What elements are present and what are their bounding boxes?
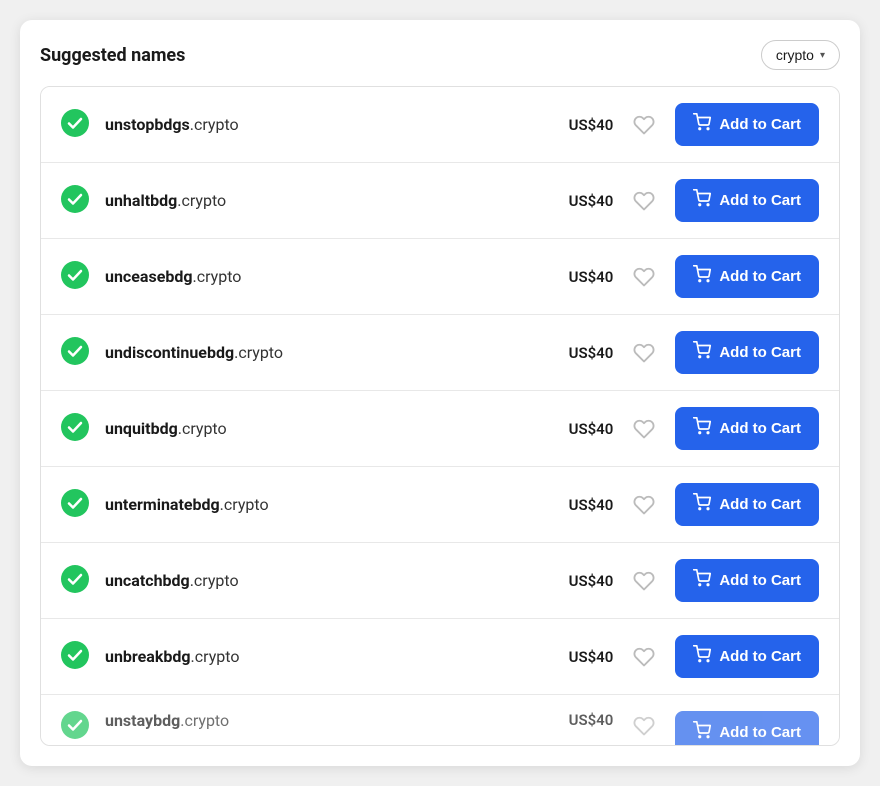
domain-name: unbreakbdg.crypto [105, 647, 542, 666]
add-to-cart-label: Add to Cart [719, 496, 801, 513]
add-to-cart-button[interactable]: Add to Cart [675, 255, 819, 298]
domain-tld-part: .crypto [220, 495, 269, 514]
add-to-cart-button[interactable]: Add to Cart [675, 407, 819, 450]
domain-price: US$40 [558, 711, 613, 729]
available-check-icon [61, 565, 89, 597]
domain-price: US$40 [558, 572, 613, 590]
domain-row: undiscontinuebdg.crypto US$40 Add to Cart [41, 315, 839, 391]
wishlist-button[interactable] [629, 642, 659, 672]
wishlist-button[interactable] [629, 262, 659, 292]
domain-tld-part: .crypto [178, 419, 227, 438]
add-to-cart-label: Add to Cart [719, 116, 801, 133]
cart-icon [693, 113, 711, 136]
available-check-icon [61, 337, 89, 369]
available-check-icon [61, 109, 89, 141]
cart-icon [693, 493, 711, 516]
domain-tld-part: .crypto [180, 711, 229, 730]
main-container: Suggested names crypto ▾ unstopbdgs.cryp… [20, 20, 860, 766]
domain-price: US$40 [558, 116, 613, 134]
available-check-icon [61, 261, 89, 293]
domain-tld-part: .crypto [177, 191, 226, 210]
domain-row: unterminatebdg.crypto US$40 Add to Cart [41, 467, 839, 543]
domain-name: unquitbdg.crypto [105, 419, 542, 438]
domain-price: US$40 [558, 648, 613, 666]
cart-icon [693, 645, 711, 668]
cart-icon [693, 417, 711, 440]
section-title: Suggested names [40, 45, 185, 66]
wishlist-button[interactable] [629, 338, 659, 368]
available-check-icon [61, 711, 89, 743]
add-to-cart-label: Add to Cart [719, 572, 801, 589]
domain-name: unstopbdgs.crypto [105, 115, 542, 134]
domain-tld-part: .crypto [191, 647, 240, 666]
cart-icon [693, 265, 711, 288]
domain-row: unquitbdg.crypto US$40 Add to Cart [41, 391, 839, 467]
wishlist-button[interactable] [629, 110, 659, 140]
wishlist-button[interactable] [629, 566, 659, 596]
domain-price: US$40 [558, 344, 613, 362]
domain-row: unstaybdg.crypto US$40 Add to Cart [41, 695, 839, 745]
domain-tld-part: .crypto [192, 267, 241, 286]
wishlist-button[interactable] [629, 490, 659, 520]
domain-list: unstopbdgs.cryptoUS$40Add to Cart unhalt… [40, 86, 840, 746]
add-to-cart-button[interactable]: Add to Cart [675, 635, 819, 678]
domain-name: uncatchbdg.crypto [105, 571, 542, 590]
domain-bold-part: unstaybdg [105, 711, 180, 730]
available-check-icon [61, 489, 89, 521]
add-to-cart-label: Add to Cart [719, 192, 801, 209]
domain-price: US$40 [558, 192, 613, 210]
domain-bold-part: uncatchbdg [105, 571, 190, 590]
add-to-cart-button[interactable]: Add to Cart [675, 331, 819, 374]
domain-name: unterminatebdg.crypto [105, 495, 542, 514]
add-to-cart-label: Add to Cart [719, 344, 801, 361]
filter-label: crypto [776, 47, 814, 63]
domain-row: unstopbdgs.crypto US$40 Add to Cart [41, 87, 839, 163]
add-to-cart-button[interactable]: Add to Cart [675, 483, 819, 526]
wishlist-button[interactable] [629, 414, 659, 444]
domain-bold-part: unquitbdg [105, 419, 178, 438]
chevron-down-icon: ▾ [820, 50, 825, 61]
wishlist-button[interactable] [629, 186, 659, 216]
domain-price: US$40 [558, 268, 613, 286]
domain-tld-part: .crypto [234, 343, 283, 362]
domain-row: unhaltbdg.crypto US$40 Add to Cart [41, 163, 839, 239]
add-to-cart-button[interactable]: Add to Cart [675, 179, 819, 222]
available-check-icon [61, 185, 89, 217]
add-to-cart-label: Add to Cart [719, 420, 801, 437]
domain-name: unhaltbdg.crypto [105, 191, 542, 210]
cart-icon [693, 569, 711, 592]
domain-name: undiscontinuebdg.crypto [105, 343, 542, 362]
domain-row: uncatchbdg.crypto US$40 Add to Cart [41, 543, 839, 619]
section-header: Suggested names crypto ▾ [40, 40, 840, 70]
domain-bold-part: unstopbdgs [105, 115, 190, 134]
cart-icon [693, 189, 711, 212]
domain-row: unceasebdg.crypto US$40 Add to Cart [41, 239, 839, 315]
available-check-icon [61, 413, 89, 445]
domain-bold-part: unceasebdg [105, 267, 192, 286]
add-to-cart-label: Add to Cart [719, 268, 801, 285]
cart-icon [693, 721, 711, 744]
available-check-icon [61, 641, 89, 673]
add-to-cart-button[interactable]: Add to Cart [675, 711, 819, 745]
add-to-cart-button[interactable]: Add to Cart [675, 559, 819, 602]
domain-bold-part: unterminatebdg [105, 495, 220, 514]
domain-price: US$40 [558, 496, 613, 514]
filter-dropdown[interactable]: crypto ▾ [761, 40, 840, 70]
domain-bold-part: undiscontinuebdg [105, 343, 234, 362]
add-to-cart-button[interactable]: Add to Cart [675, 103, 819, 146]
domain-price: US$40 [558, 420, 613, 438]
domain-row: unbreakbdg.crypto US$40 Add to Cart [41, 619, 839, 695]
domain-name: unstaybdg.crypto [105, 711, 542, 730]
domain-bold-part: unbreakbdg [105, 647, 191, 666]
domain-tld-part: .crypto [190, 571, 239, 590]
add-to-cart-label: Add to Cart [719, 648, 801, 665]
domain-tld-part: .crypto [190, 115, 239, 134]
wishlist-button[interactable] [629, 711, 659, 741]
cart-icon [693, 341, 711, 364]
domain-name: unceasebdg.crypto [105, 267, 542, 286]
domain-bold-part: unhaltbdg [105, 191, 177, 210]
